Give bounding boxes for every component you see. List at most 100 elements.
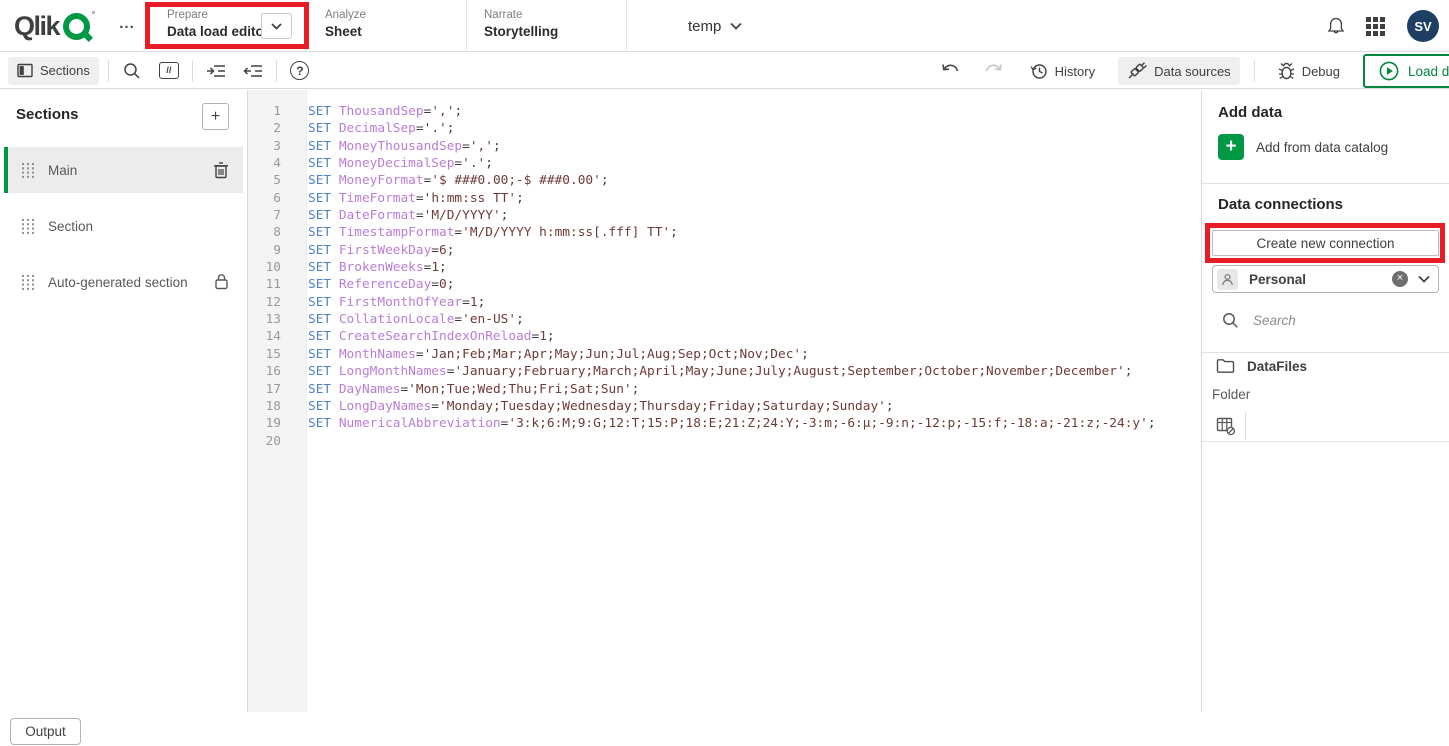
line-number: 10 (248, 259, 294, 276)
clear-selection-icon[interactable]: × (1392, 271, 1408, 287)
code-line[interactable]: 16SET LongMonthNames='January;February;M… (248, 363, 1201, 380)
code-text: SET MoneyDecimalSep='.'; (294, 155, 493, 172)
history-clock-icon (1030, 62, 1048, 80)
output-button[interactable]: Output (10, 718, 81, 745)
line-number: 8 (248, 224, 294, 241)
plus-icon: + (1218, 134, 1244, 160)
code-text: SET FirstMonthOfYear=1; (294, 294, 485, 311)
code-line[interactable]: 1SET ThousandSep=','; (248, 103, 1201, 120)
delete-section-icon[interactable] (213, 161, 229, 179)
section-item-section[interactable]: Section (4, 203, 243, 249)
code-line[interactable]: 12SET FirstMonthOfYear=1; (248, 294, 1201, 311)
panel-divider (1202, 441, 1449, 442)
line-number: 2 (248, 120, 294, 137)
more-menu-icon[interactable]: ... (114, 8, 140, 38)
sections-list: Main Section Auto-generated section (4, 147, 243, 315)
comment-icon[interactable]: // (155, 57, 183, 85)
editor-toolbar: Sections // ? History (0, 53, 1449, 89)
toolbar-divider (192, 60, 193, 82)
avatar[interactable]: SV (1407, 10, 1439, 42)
debug-button[interactable]: Debug (1269, 57, 1349, 85)
code-text: SET DateFormat='M/D/YYYY'; (294, 207, 508, 224)
help-icon[interactable]: ? (286, 57, 314, 85)
sections-toggle-button[interactable]: Sections (8, 57, 99, 85)
line-number: 14 (248, 328, 294, 345)
chevron-down-icon[interactable] (1418, 275, 1430, 283)
panel-divider (1202, 352, 1449, 353)
code-line[interactable]: 19SET NumericalAbbreviation='3:k;6:M;9:G… (248, 415, 1201, 432)
section-item-label: Main (48, 163, 77, 178)
prepare-dropdown-button[interactable] (261, 13, 292, 39)
tab-analyze[interactable]: Analyze Sheet (308, 0, 467, 52)
connections-search[interactable] (1222, 312, 1432, 329)
create-new-connection-button[interactable]: Create new connection (1212, 230, 1439, 256)
code-text: SET CreateSearchIndexOnReload=1; (294, 328, 555, 345)
qlik-logo[interactable]: Qlik (14, 10, 90, 42)
code-text: SET MoneyThousandSep=','; (294, 138, 501, 155)
qlik-q-icon (63, 13, 90, 40)
code-line[interactable]: 4SET MoneyDecimalSep='.'; (248, 155, 1201, 172)
tab-analyze-category: Analyze (325, 8, 466, 22)
code-line[interactable]: 20 (248, 433, 1201, 450)
sections-toggle-label: Sections (40, 63, 90, 78)
qlik-logo-text: Qlik (14, 11, 59, 42)
drag-handle-icon[interactable] (22, 219, 34, 234)
code-text: SET DecimalSep='.'; (294, 120, 454, 137)
tab-prepare[interactable]: Prepare Data load editor (150, 0, 308, 52)
code-text: SET CollationLocale='en-US'; (294, 311, 524, 328)
data-sources-button[interactable]: Data sources (1118, 57, 1240, 85)
code-text: SET TimestampFormat='M/D/YYYY h:mm:ss[.f… (294, 224, 678, 241)
code-line[interactable]: 9SET FirstWeekDay=6; (248, 242, 1201, 259)
code-line[interactable]: 15SET MonthNames='Jan;Feb;Mar;Apr;May;Ju… (248, 346, 1201, 363)
code-line[interactable]: 17SET DayNames='Mon;Tue;Wed;Thu;Fri;Sat;… (248, 381, 1201, 398)
line-number: 16 (248, 363, 294, 380)
code-line[interactable]: 18SET LongDayNames='Monday;Tuesday;Wedne… (248, 398, 1201, 415)
notifications-bell-icon[interactable] (1326, 16, 1346, 37)
add-from-catalog-button[interactable]: + Add from data catalog (1218, 134, 1388, 160)
code-editor[interactable]: 1SET ThousandSep=',';2SET DecimalSep='.'… (248, 90, 1202, 712)
indent-icon[interactable] (202, 57, 230, 85)
code-line[interactable]: 5SET MoneyFormat='$ ###0.00;-$ ###0.00'; (248, 172, 1201, 189)
section-item-auto-generated[interactable]: Auto-generated section (4, 259, 243, 305)
space-selector[interactable]: Personal × (1212, 265, 1439, 293)
line-number: 1 (248, 103, 294, 120)
app-name-dropdown[interactable]: temp (688, 0, 742, 52)
code-text: SET ReferenceDay=0; (294, 276, 454, 293)
code-line[interactable]: 11SET ReferenceDay=0; (248, 276, 1201, 293)
chevron-down-icon (271, 23, 282, 30)
line-number: 18 (248, 398, 294, 415)
data-sources-label: Data sources (1154, 64, 1231, 79)
search-icon[interactable] (118, 57, 146, 85)
code-line[interactable]: 14SET CreateSearchIndexOnReload=1; (248, 328, 1201, 345)
load-data-label: Load data (1408, 64, 1449, 79)
code-line[interactable]: 7SET DateFormat='M/D/YYYY'; (248, 207, 1201, 224)
undo-icon[interactable] (937, 57, 965, 85)
section-item-main[interactable]: Main (4, 147, 243, 193)
person-icon (1217, 269, 1238, 290)
bottom-bar: Output (0, 713, 1449, 746)
add-section-button[interactable]: + (202, 103, 229, 130)
select-data-icon[interactable] (1216, 417, 1236, 436)
code-line[interactable]: 13SET CollationLocale='en-US'; (248, 311, 1201, 328)
code-line[interactable]: 2SET DecimalSep='.'; (248, 120, 1201, 137)
drag-handle-icon[interactable] (22, 163, 34, 178)
app-launcher-grid-icon[interactable] (1366, 17, 1386, 36)
code-line[interactable]: 10SET BrokenWeeks=1; (248, 259, 1201, 276)
code-line[interactable]: 8SET TimestampFormat='M/D/YYYY h:mm:ss[.… (248, 224, 1201, 241)
code-text: SET ThousandSep=','; (294, 103, 462, 120)
drag-handle-icon[interactable] (22, 275, 34, 290)
code-line[interactable]: 6SET TimeFormat='h:mm:ss TT'; (248, 190, 1201, 207)
outdent-icon[interactable] (239, 57, 267, 85)
sections-panel: Sections + Main Section Auto-generated s… (0, 90, 248, 712)
connection-datafiles[interactable]: DataFiles (1216, 358, 1307, 374)
search-input[interactable] (1251, 312, 1421, 329)
tab-analyze-label: Sheet (325, 23, 466, 41)
toolbar-divider (276, 60, 277, 82)
tab-narrate[interactable]: Narrate Storytelling (467, 0, 627, 52)
line-number: 19 (248, 415, 294, 432)
connection-actions (1216, 412, 1246, 440)
play-icon (1379, 61, 1399, 81)
history-button[interactable]: History (1021, 57, 1104, 85)
load-data-button[interactable]: Load data (1363, 54, 1449, 88)
code-line[interactable]: 3SET MoneyThousandSep=','; (248, 138, 1201, 155)
